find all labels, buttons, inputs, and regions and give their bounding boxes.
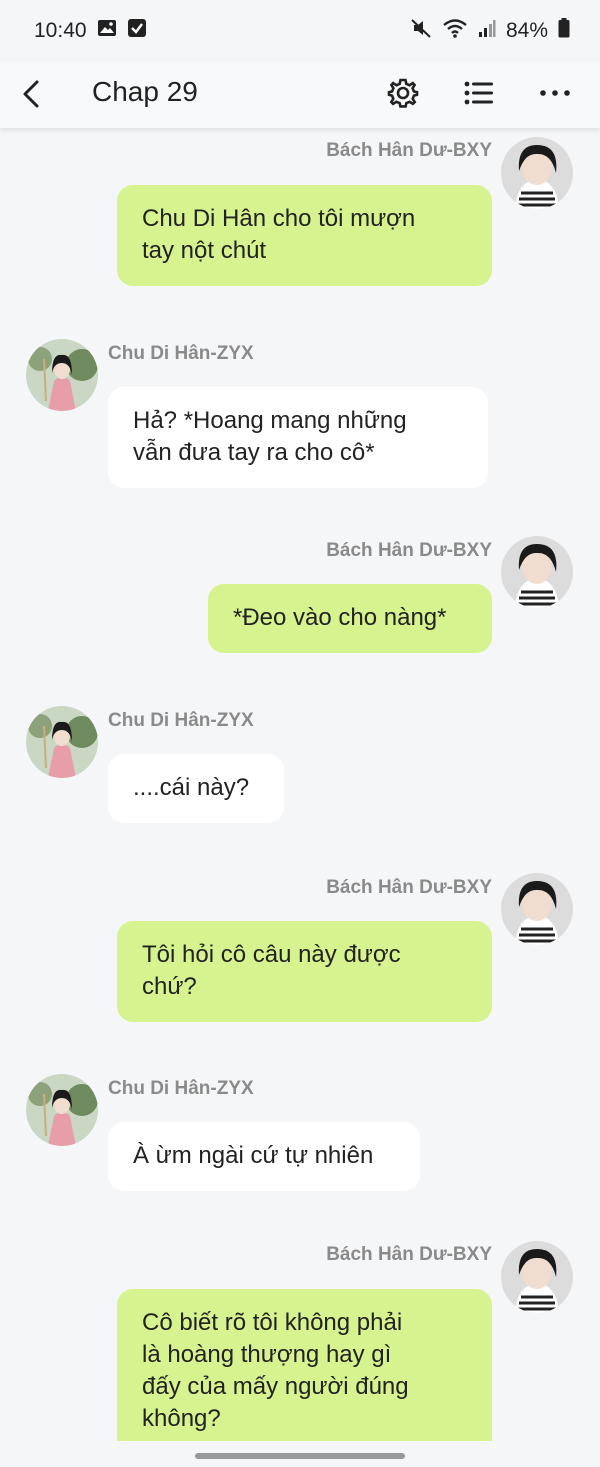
list-icon: [464, 81, 493, 105]
message-text: Cô biết rõ tôi không phải là hoàng thượn…: [142, 1309, 409, 1432]
chat-thread[interactable]: Bách Hân Dư-BXY Chu Di Hân cho tôi mượn …: [0, 128, 600, 1441]
more-options-button[interactable]: [532, 70, 578, 116]
chapter-list-button[interactable]: [456, 70, 502, 116]
message-text: Hả? *Hoang mang những vẫn đưa tay ra cho…: [133, 407, 407, 466]
avatar-chu-di-han[interactable]: [26, 339, 98, 411]
page-title: Chap 29: [92, 76, 198, 107]
app-bar: Chap 29: [0, 62, 600, 128]
message-text: ....cái này?: [133, 774, 250, 801]
message-text: Chu Di Hân cho tôi mượn tay nột chút: [142, 205, 416, 264]
sender-name: Chu Di Hân-ZYX: [108, 710, 254, 731]
message-text: À ừm ngài cứ tự nhiên: [133, 1142, 374, 1169]
status-left: 10:40: [34, 18, 147, 44]
avatar-bach-han-du[interactable]: [501, 137, 573, 209]
sender-name: Bách Hân Dư-BXY: [326, 1244, 492, 1265]
message-bubble[interactable]: À ừm ngài cứ tự nhiên: [108, 1122, 420, 1191]
more-horizontal-icon: [540, 90, 570, 96]
avatar-chu-di-han[interactable]: [26, 1074, 98, 1146]
mute-icon: [410, 17, 432, 45]
battery-icon: [558, 18, 570, 44]
message-bubble[interactable]: Cô biết rõ tôi không phải là hoàng thượn…: [117, 1289, 492, 1441]
home-indicator[interactable]: [195, 1453, 405, 1459]
wifi-icon: [442, 17, 468, 45]
battery-percent: 84%: [505, 19, 548, 42]
avatar-bach-han-du[interactable]: [501, 536, 573, 608]
back-button[interactable]: [12, 74, 48, 114]
message-text: Tôi hỏi cô câu này được chứ?: [142, 941, 401, 1000]
sender-name: Bách Hân Dư-BXY: [326, 877, 492, 898]
sender-name: Bách Hân Dư-BXY: [326, 540, 492, 561]
checkbox-notification-icon: [127, 18, 147, 44]
avatar-bach-han-du[interactable]: [501, 873, 573, 945]
back-arrow-icon: [23, 80, 39, 108]
message-text: *Đeo vào cho nàng*: [233, 604, 447, 631]
avatar-chu-di-han[interactable]: [26, 706, 98, 778]
sender-name: Chu Di Hân-ZYX: [108, 343, 254, 364]
gear-icon: [387, 78, 419, 108]
message-bubble[interactable]: Tôi hỏi cô câu này được chứ?: [117, 921, 492, 1022]
status-right: 84%: [410, 17, 570, 45]
settings-button[interactable]: [380, 70, 426, 116]
message-bubble[interactable]: *Đeo vào cho nàng*: [208, 584, 492, 653]
message-bubble[interactable]: Chu Di Hân cho tôi mượn tay nột chút: [117, 185, 492, 286]
message-bubble[interactable]: ....cái này?: [108, 754, 284, 823]
sender-name: Chu Di Hân-ZYX: [108, 1078, 254, 1099]
status-time: 10:40: [34, 19, 87, 42]
message-bubble[interactable]: Hả? *Hoang mang những vẫn đưa tay ra cho…: [108, 387, 488, 488]
signal-icon: [478, 18, 496, 44]
app-actions: [380, 70, 578, 116]
avatar-bach-han-du[interactable]: [501, 1241, 573, 1313]
gallery-notification-icon: [97, 18, 117, 44]
sender-name: Bách Hân Dư-BXY: [326, 140, 492, 161]
status-bar: 10:40 84%: [0, 0, 600, 62]
